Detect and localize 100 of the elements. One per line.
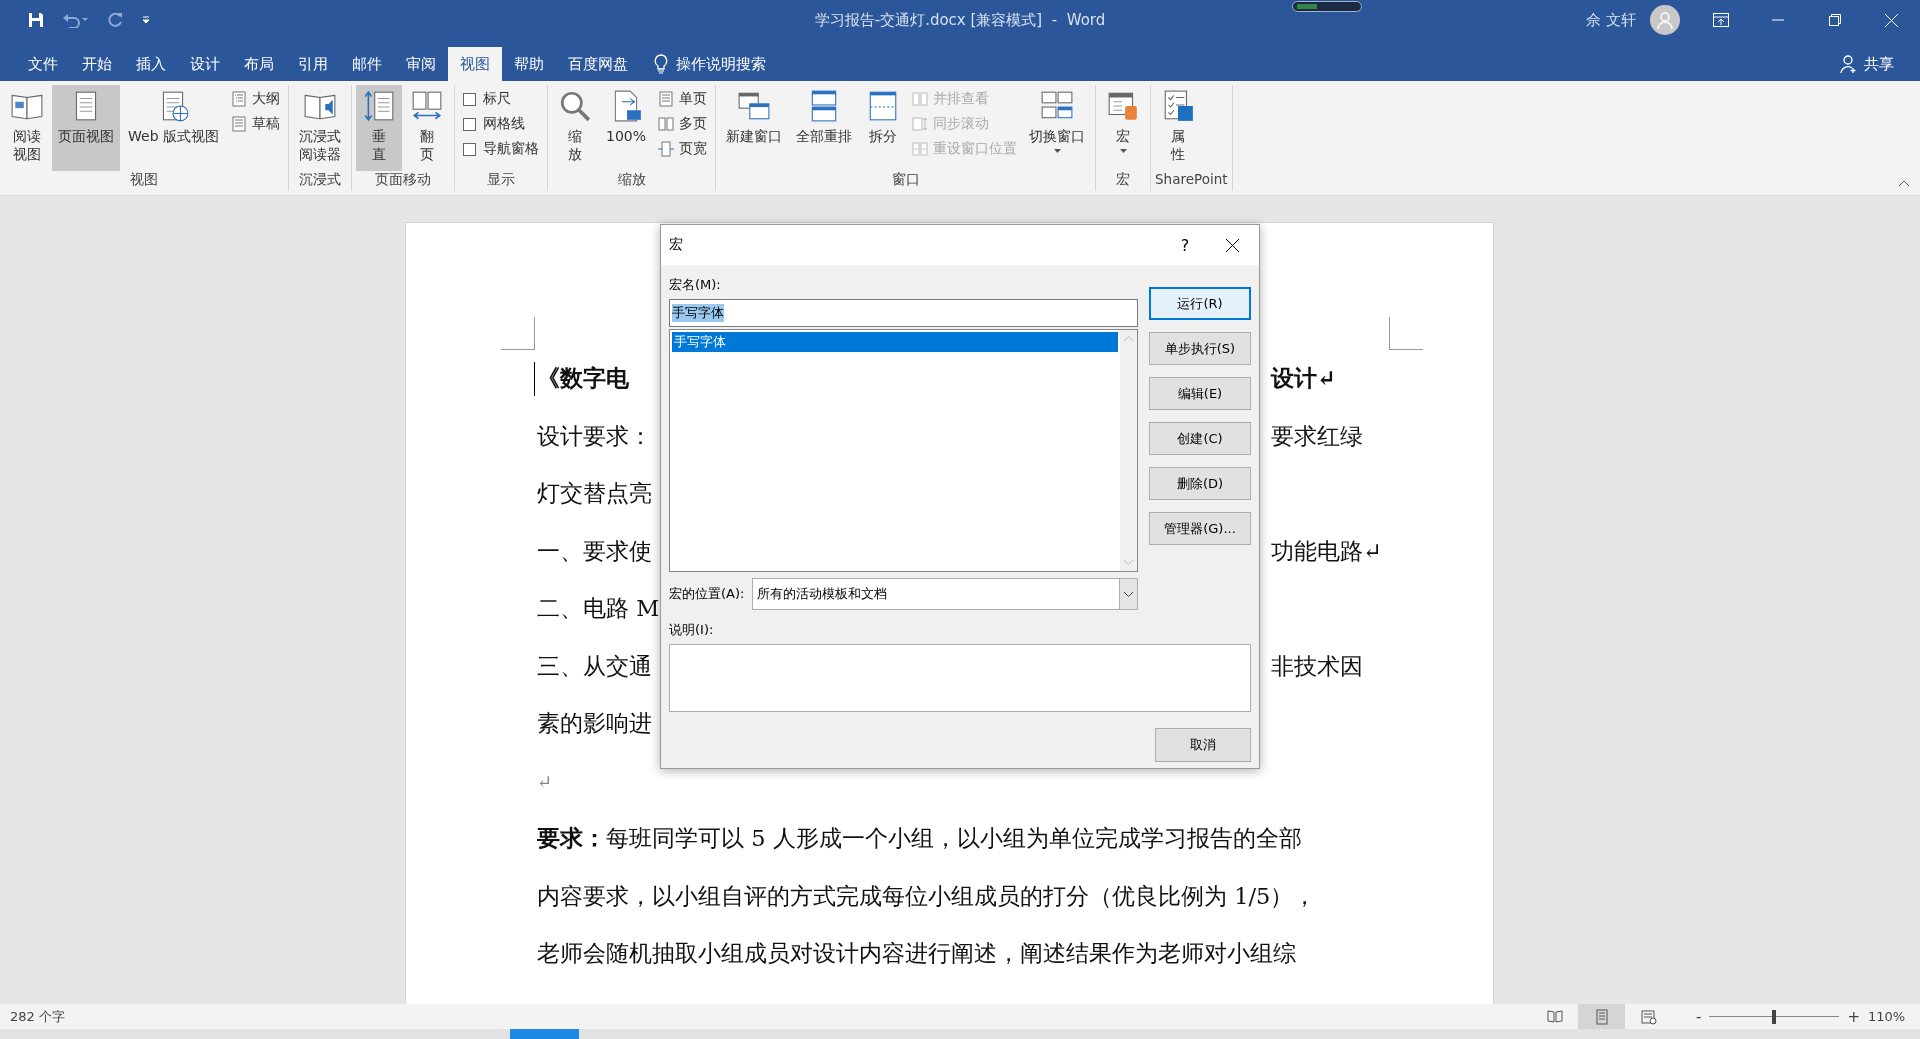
ribbon-button[interactable]: 草稿 [227, 112, 284, 136]
ribbon-tab[interactable]: 邮件 [340, 47, 394, 81]
ribbon-tab[interactable]: 插入 [124, 47, 178, 81]
ribbon-button[interactable]: 宏 [1100, 85, 1146, 171]
customize-button[interactable] [140, 14, 152, 26]
ribbon-button[interactable]: 属 性 [1155, 85, 1201, 171]
paragraph-text: 设计要求： [537, 421, 652, 451]
book-icon [1546, 1008, 1563, 1025]
ribbon-button[interactable]: 单页 [654, 87, 711, 111]
scroll-up-icon[interactable] [1124, 336, 1133, 341]
ribbon-button[interactable]: 切换窗口 [1023, 85, 1091, 171]
location-dropdown[interactable]: 所有的活动模板和文档 [752, 578, 1138, 610]
dialog-title: 宏 [669, 236, 683, 254]
ribbon-tab[interactable]: 开始 [70, 47, 124, 81]
checkbox-label[interactable]: 网格线 [483, 115, 525, 133]
collapse-ribbon-icon[interactable] [1898, 180, 1910, 187]
restore-icon [1828, 14, 1841, 26]
side-by-side-icon [912, 91, 928, 107]
ribbon-tab[interactable]: 百度网盘 [556, 47, 640, 81]
help-button[interactable]: ? [1165, 227, 1205, 263]
avatar-icon[interactable] [1650, 5, 1680, 35]
ribbon-button[interactable]: 新建窗口 [720, 85, 788, 171]
group-label: 沉浸式 [298, 171, 342, 189]
zoom-in-button[interactable]: + [1847, 1007, 1860, 1026]
paragraph-text: 老师会随机抽取小组成员对设计内容进行阐述，阐述结果作为老师对小组综 [537, 939, 1296, 969]
ribbon-button[interactable]: Web 版式视图 [122, 85, 225, 171]
macro-name-field[interactable]: 手写字体 [669, 299, 1138, 327]
dialog-button[interactable]: 删除(D) [1149, 467, 1251, 500]
dialog-button[interactable]: 创建(C) [1149, 422, 1251, 455]
list-icon [231, 91, 247, 107]
ribbon-button[interactable]: 100% [600, 85, 652, 171]
ribbon-tab[interactable]: 审阅 [394, 47, 448, 81]
meter-icon [1292, 1, 1362, 12]
ribbon-button[interactable]: 页面视图 [52, 85, 120, 171]
caret-icon [1053, 149, 1061, 154]
user-name[interactable]: 佘 文轩 [1586, 10, 1636, 30]
ribbon-button[interactable]: 多页 [654, 112, 711, 136]
checkbox-label[interactable]: 标尺 [483, 90, 511, 108]
cancel-button[interactable]: 取消 [1155, 728, 1251, 762]
magnifier-icon [558, 89, 592, 123]
macro-list[interactable]: 手写字体 [669, 329, 1138, 572]
single-page-icon [658, 91, 674, 107]
ribbon-button[interactable]: 翻 页 [404, 85, 450, 171]
undo-icon [62, 12, 88, 28]
ribbon-display-icon [1712, 13, 1729, 27]
slider-thumb[interactable] [1772, 1009, 1777, 1024]
lines-page-icon [231, 116, 247, 132]
ribbon-button[interactable]: 垂 直 [356, 85, 402, 171]
ribbon-tab[interactable]: 设计 [178, 47, 232, 81]
dialog-button[interactable]: 管理器(G)... [1149, 512, 1251, 545]
ribbon-tab[interactable]: 引用 [286, 47, 340, 81]
dialog-button[interactable]: 单步执行(S) [1149, 332, 1251, 365]
group-label: 窗口 [890, 171, 921, 189]
checkbox[interactable] [463, 142, 476, 156]
heading-text: 设计↵ [1271, 364, 1336, 394]
window-title: 学习报告-交通灯.docx [兼容模式] - Word [814, 11, 1106, 29]
zoom-out-button[interactable]: - [1696, 1007, 1702, 1026]
vertical-arrow-page-icon [362, 89, 396, 123]
description-field[interactable] [669, 644, 1251, 712]
caret-icon [1119, 149, 1127, 154]
ribbon-button[interactable]: 沉浸式 阅读器 [293, 85, 347, 171]
group-label: 缩放 [616, 171, 647, 189]
horizontal-scrollbar[interactable] [0, 1029, 1920, 1039]
ribbon-button[interactable]: 大纲 [227, 87, 284, 111]
page-width-icon [658, 141, 674, 157]
paragraph-text: 功能电路↵ [1271, 536, 1382, 566]
word-count[interactable]: 282 个字 [10, 1007, 65, 1026]
web-page-icon [1640, 1008, 1657, 1025]
corner-mark [501, 317, 535, 350]
group-label: 宏 [1115, 171, 1131, 189]
ribbon-tab[interactable]: 布局 [232, 47, 286, 81]
checkbox[interactable] [463, 117, 476, 131]
ribbon-button[interactable]: 阅读 视图 [4, 85, 50, 171]
window-reset-icon [912, 141, 928, 157]
heading-text: 《数字电 [537, 364, 629, 394]
paragraph-text: 二、电路 M [537, 594, 660, 624]
checkbox[interactable] [463, 92, 476, 106]
ribbon-button[interactable]: 缩 放 [552, 85, 598, 171]
checkbox-label[interactable]: 导航窗格 [483, 140, 539, 158]
vertical-scrollbar[interactable] [1120, 330, 1137, 571]
chevron-down-icon[interactable] [1124, 591, 1133, 597]
dialog-button[interactable]: 运行(R) [1149, 287, 1251, 320]
share-button[interactable]: 共享 [1834, 47, 1900, 81]
list-item[interactable]: 手写字体 [672, 332, 1118, 352]
paragraph-text: 非技术因 [1271, 651, 1363, 681]
zoom-level[interactable]: 110% [1868, 1009, 1912, 1024]
tell-me-search[interactable]: 操作说明搜索 [676, 54, 766, 74]
ribbon-tab[interactable]: 文件 [16, 47, 70, 81]
ribbon-tab[interactable]: 视图 [448, 47, 502, 81]
ribbon-tab[interactable]: 帮助 [502, 47, 556, 81]
person-add-icon [1840, 55, 1858, 73]
view-button[interactable] [1578, 1004, 1625, 1029]
dialog-button[interactable]: 编辑(E) [1149, 377, 1251, 410]
redo-icon [106, 11, 124, 29]
field-label: 宏名(M): [669, 276, 722, 294]
ribbon-button[interactable]: 页宽 [654, 137, 711, 161]
ribbon-button[interactable]: 拆分 [860, 85, 906, 171]
scroll-down-icon[interactable] [1124, 560, 1133, 565]
ribbon-button[interactable]: 全部重排 [790, 85, 858, 171]
paragraph-text: 一、要求使 [537, 536, 652, 566]
